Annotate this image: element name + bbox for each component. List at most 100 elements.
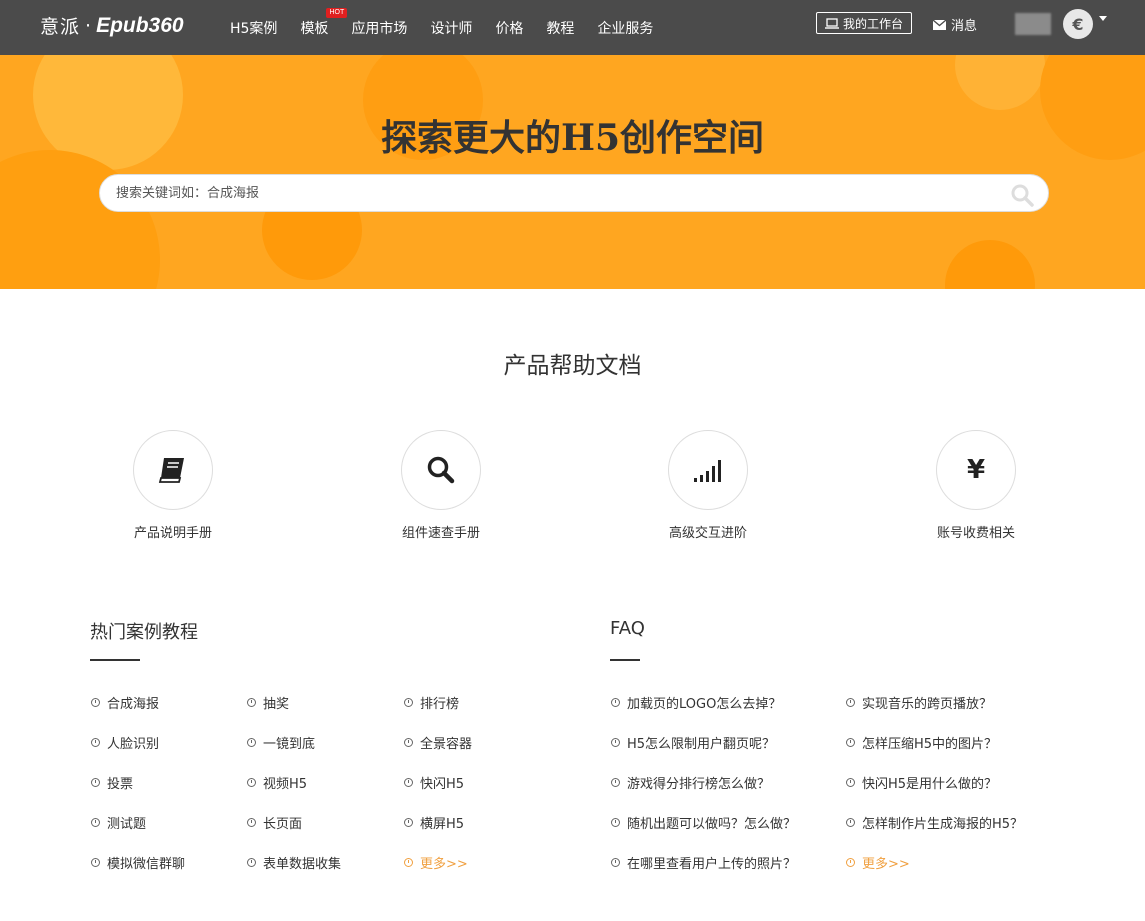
list-item[interactable]: 怎样制作片生成海报的H5？	[846, 813, 1023, 832]
book-icon	[158, 458, 184, 483]
nav-item-tutorials[interactable]: 教程	[546, 0, 574, 57]
list-item[interactable]: 实现音乐的跨页播放？	[846, 693, 992, 712]
clock-icon	[846, 698, 855, 707]
list-item[interactable]: 排行榜	[404, 693, 459, 712]
list-item[interactable]: 游戏得分排行榜怎么做？	[611, 773, 770, 792]
doc-label: 产品说明手册	[133, 526, 212, 541]
hot-badge: HOT	[326, 7, 348, 18]
signal-bars-icon	[694, 460, 721, 482]
list-item[interactable]: 在哪里查看用户上传的照片？	[611, 853, 796, 872]
list-item[interactable]: 抽奖	[247, 693, 289, 712]
faq-underline	[610, 659, 640, 661]
logo[interactable]: 意派 · Epub360	[40, 12, 184, 39]
doc-card-manual[interactable]: 产品说明手册	[93, 430, 253, 541]
clock-icon	[611, 818, 620, 827]
link-label: 模拟微信群聊	[107, 857, 186, 872]
clock-icon	[404, 858, 413, 867]
decor-circle	[0, 150, 160, 289]
link-label: 怎样压缩H5中的图片？	[862, 737, 998, 752]
nav-menu: H5案例 模板 HOT 应用市场 设计师 价格 教程 企业服务	[230, 0, 676, 55]
list-item[interactable]: 人脸识别	[91, 733, 159, 752]
clock-icon	[91, 698, 100, 707]
list-item[interactable]: 模拟微信群聊	[91, 853, 185, 872]
clock-icon	[611, 778, 620, 787]
link-label: 快闪H5	[420, 777, 465, 792]
clock-icon	[404, 698, 413, 707]
list-item[interactable]: 长页面	[247, 813, 302, 832]
list-item[interactable]: 视频H5	[247, 773, 307, 792]
more-link[interactable]: 更多>>	[404, 853, 468, 872]
link-label: 抽奖	[263, 697, 290, 712]
doc-icon-circle	[668, 430, 748, 510]
list-item[interactable]: H5怎么限制用户翻页呢？	[611, 733, 775, 752]
link-label: 实现音乐的跨页播放？	[862, 697, 993, 712]
nav-item-cases[interactable]: H5案例	[230, 0, 277, 57]
list-item[interactable]: 投票	[91, 773, 133, 792]
list-item[interactable]: 一镜到底	[247, 733, 315, 752]
list-item[interactable]: 快闪H5	[404, 773, 464, 792]
username-blurred[interactable]	[1015, 13, 1051, 35]
clock-icon	[247, 818, 256, 827]
logo-cn: 意派	[40, 16, 81, 38]
list-item[interactable]: 合成海报	[91, 693, 159, 712]
messages-label: 消息	[951, 19, 978, 34]
link-label: 更多>>	[862, 857, 910, 872]
caret-down-icon[interactable]	[1099, 16, 1107, 21]
nav-item-pricing[interactable]: 价格	[495, 0, 523, 57]
clock-icon	[91, 858, 100, 867]
doc-label: 组件速查手册	[401, 526, 480, 541]
clock-icon	[846, 858, 855, 867]
nav-item-templates[interactable]: 模板 HOT	[300, 0, 348, 57]
list-item[interactable]: 加载页的LOGO怎么去掉？	[611, 693, 781, 712]
doc-label: 高级交互进阶	[668, 526, 747, 541]
workbench-button[interactable]: 我的工作台	[816, 12, 913, 34]
doc-label: 账号收费相关	[936, 526, 1015, 541]
envelope-icon	[933, 19, 946, 30]
hero-title: 探索更大的H5创作空间	[380, 117, 765, 159]
logo-dot: ·	[85, 14, 92, 37]
list-item[interactable]: 全景容器	[404, 733, 472, 752]
search-icon[interactable]	[1010, 183, 1034, 207]
messages-link[interactable]: 消息	[933, 15, 977, 34]
link-label: 长页面	[263, 817, 303, 832]
avatar[interactable]: €	[1063, 9, 1093, 39]
clock-icon	[247, 738, 256, 747]
top-nav: 意派 · Epub360 H5案例 模板 HOT 应用市场 设计师 价格 教程 …	[0, 0, 1145, 55]
link-label: 表单数据收集	[263, 857, 342, 872]
link-label: 人脸识别	[107, 737, 160, 752]
nav-item-enterprise[interactable]: 企业服务	[597, 0, 653, 57]
link-label: 更多>>	[420, 857, 468, 872]
clock-icon	[404, 738, 413, 747]
clock-icon	[611, 738, 620, 747]
doc-card-billing[interactable]: ¥ 账号收费相关	[896, 430, 1056, 541]
search-icon	[427, 456, 455, 484]
nav-item-app-market[interactable]: 应用市场	[351, 0, 407, 57]
more-link[interactable]: 更多>>	[846, 853, 910, 872]
clock-icon	[247, 698, 256, 707]
doc-card-components[interactable]: 组件速查手册	[361, 430, 521, 541]
list-item[interactable]: 快闪H5是用什么做的？	[846, 773, 997, 792]
list-item[interactable]: 横屏H5	[404, 813, 464, 832]
link-label: 排行榜	[420, 697, 460, 712]
nav-item-designers[interactable]: 设计师	[430, 0, 472, 57]
doc-card-advanced[interactable]: 高级交互进阶	[628, 430, 788, 541]
list-item[interactable]: 测试题	[91, 813, 146, 832]
search-bar[interactable]	[99, 174, 1049, 212]
doc-icon-circle	[401, 430, 481, 510]
doc-icon-circle: ¥	[936, 430, 1016, 510]
clock-icon	[846, 818, 855, 827]
laptop-icon	[825, 17, 839, 29]
link-label: 横屏H5	[420, 817, 465, 832]
search-input[interactable]	[116, 175, 996, 211]
clock-icon	[846, 738, 855, 747]
link-label: 加载页的LOGO怎么去掉？	[627, 697, 782, 712]
link-label: 测试题	[107, 817, 147, 832]
list-item[interactable]: 随机出题可以做吗？怎么做？	[611, 813, 796, 832]
link-label: 一镜到底	[263, 737, 316, 752]
clock-icon	[91, 738, 100, 747]
list-item[interactable]: 表单数据收集	[247, 853, 341, 872]
link-label: 全景容器	[420, 737, 473, 752]
list-item[interactable]: 怎样压缩H5中的图片？	[846, 733, 997, 752]
clock-icon	[611, 858, 620, 867]
decor-circle	[945, 240, 1035, 289]
